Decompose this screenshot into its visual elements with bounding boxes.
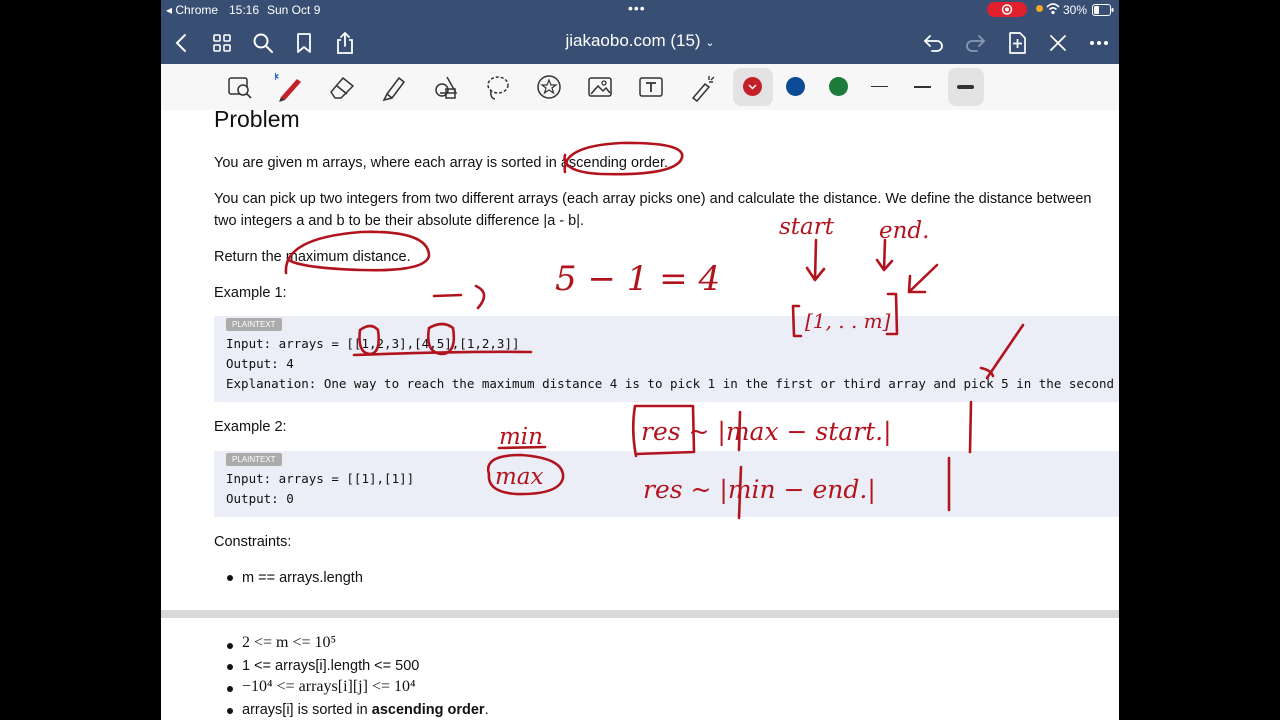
bullet-dot bbox=[227, 708, 233, 714]
pen-tool[interactable]: ✱ bbox=[275, 72, 305, 102]
screen-recording-icon[interactable] bbox=[987, 2, 1027, 17]
laser-pointer-tool[interactable] bbox=[687, 72, 717, 102]
pen-icon: ✱ bbox=[275, 72, 301, 102]
chevron-down-icon: ⌄ bbox=[705, 37, 715, 49]
arrow-mark bbox=[432, 284, 486, 310]
abs-bar-1-right bbox=[968, 400, 973, 454]
image-tool[interactable] bbox=[585, 72, 615, 102]
color-red[interactable] bbox=[743, 77, 762, 96]
image-icon bbox=[588, 77, 612, 97]
stroke-thin[interactable] bbox=[871, 86, 888, 87]
ellipsis-icon bbox=[1090, 41, 1108, 45]
handwritten-start: start bbox=[779, 214, 835, 240]
lasso-tool[interactable] bbox=[483, 72, 513, 102]
laser-pointer-icon bbox=[691, 76, 715, 102]
circle-element-5 bbox=[427, 322, 456, 356]
redo-icon bbox=[966, 35, 986, 52]
handwritten-res-min-end: res ~ |min − end.| bbox=[643, 475, 876, 505]
text-tool[interactable] bbox=[636, 72, 666, 102]
nav-bar: jiakaobo.com (15) ⌄ bbox=[161, 20, 1119, 64]
sticker-tool[interactable] bbox=[534, 72, 564, 102]
chevron-down-icon bbox=[748, 84, 757, 90]
close-edit-button[interactable] bbox=[1045, 30, 1071, 56]
lasso-zoom-icon bbox=[228, 77, 252, 99]
status-date: Sun Oct 9 bbox=[267, 3, 321, 17]
handwritten-array: [1, . . m] bbox=[805, 309, 891, 333]
handwritten-end: end. bbox=[879, 218, 929, 244]
handwritten-equation: 5 − 1 = 4 bbox=[555, 259, 720, 299]
annotation-toolbar: ✱ bbox=[161, 64, 1119, 111]
handwritten-res-max-start: res ~ |max − start.| bbox=[641, 417, 892, 447]
undo-icon bbox=[923, 35, 943, 52]
mic-indicator-icon bbox=[1036, 5, 1043, 12]
svg-text:✱: ✱ bbox=[275, 72, 279, 83]
handwritten-max: max bbox=[495, 464, 544, 490]
constraint-3: 1 <= arrays[i].length <= 500 bbox=[242, 658, 420, 674]
undo-button[interactable] bbox=[921, 30, 947, 56]
ipad-screen: ◂ Chrome 15:16 Sun Oct 9 ••• 30% jiakaob… bbox=[161, 0, 1119, 720]
circle-maximum-distance bbox=[284, 230, 431, 275]
check-mark bbox=[979, 323, 1025, 380]
lasso-zoom-tool[interactable] bbox=[225, 72, 255, 102]
battery-percent: 30% bbox=[1063, 3, 1088, 17]
status-time: 15:16 bbox=[229, 3, 260, 17]
constraint-5: arrays[i] is sorted in ascending order. bbox=[242, 702, 489, 718]
back-to-app[interactable]: ◂ Chrome bbox=[166, 3, 218, 17]
add-page-button[interactable] bbox=[1004, 30, 1030, 56]
eraser-icon bbox=[330, 77, 354, 99]
constraint-4: −10⁴ <= arrays[i][j] <= 10⁴ bbox=[242, 678, 416, 695]
add-page-icon bbox=[1009, 32, 1026, 54]
circle-ascending-order bbox=[563, 141, 684, 176]
battery-icon bbox=[1092, 4, 1114, 16]
handwritten-min: min bbox=[499, 424, 543, 450]
document-page[interactable]: Problem You are given m arrays, where ea… bbox=[161, 110, 1119, 610]
redo-button[interactable] bbox=[962, 30, 988, 56]
stroke-thick[interactable] bbox=[957, 85, 974, 89]
page-divider bbox=[161, 610, 1119, 618]
arrow-end bbox=[875, 238, 894, 272]
handwriting-layer: 5 − 1 = 4 start end. [1, . . m] min max … bbox=[284, 141, 1025, 520]
more-button[interactable] bbox=[1086, 30, 1112, 56]
bullet-dot bbox=[227, 664, 233, 670]
multitask-dots-icon[interactable]: ••• bbox=[628, 0, 646, 16]
highlighter-tool[interactable] bbox=[379, 72, 409, 102]
status-bar: ◂ Chrome 15:16 Sun Oct 9 ••• 30% bbox=[161, 0, 1119, 20]
shapes-tool[interactable] bbox=[431, 72, 461, 102]
constraint-2: 2 <= m <= 10⁵ bbox=[242, 634, 337, 651]
eraser-tool[interactable] bbox=[327, 72, 357, 102]
arrow-start bbox=[805, 238, 826, 282]
arrow-diagonal bbox=[907, 263, 939, 294]
lasso-icon bbox=[487, 76, 509, 100]
shapes-icon bbox=[435, 76, 458, 99]
document-page-2[interactable]: 2 <= m <= 10⁵ 1 <= arrays[i].length <= 5… bbox=[161, 618, 1119, 720]
bullet-dot bbox=[227, 686, 233, 692]
text-box-icon bbox=[639, 77, 663, 97]
color-blue[interactable] bbox=[786, 77, 805, 96]
wifi-icon bbox=[1046, 2, 1060, 15]
highlighter-icon bbox=[382, 77, 405, 102]
sticker-icon bbox=[537, 75, 561, 99]
bracket-left bbox=[791, 304, 803, 338]
pen-off-icon bbox=[1050, 35, 1066, 51]
bullet-dot bbox=[227, 643, 233, 649]
color-green[interactable] bbox=[829, 77, 848, 96]
stroke-medium[interactable] bbox=[914, 86, 931, 88]
circle-element-1 bbox=[358, 324, 380, 356]
